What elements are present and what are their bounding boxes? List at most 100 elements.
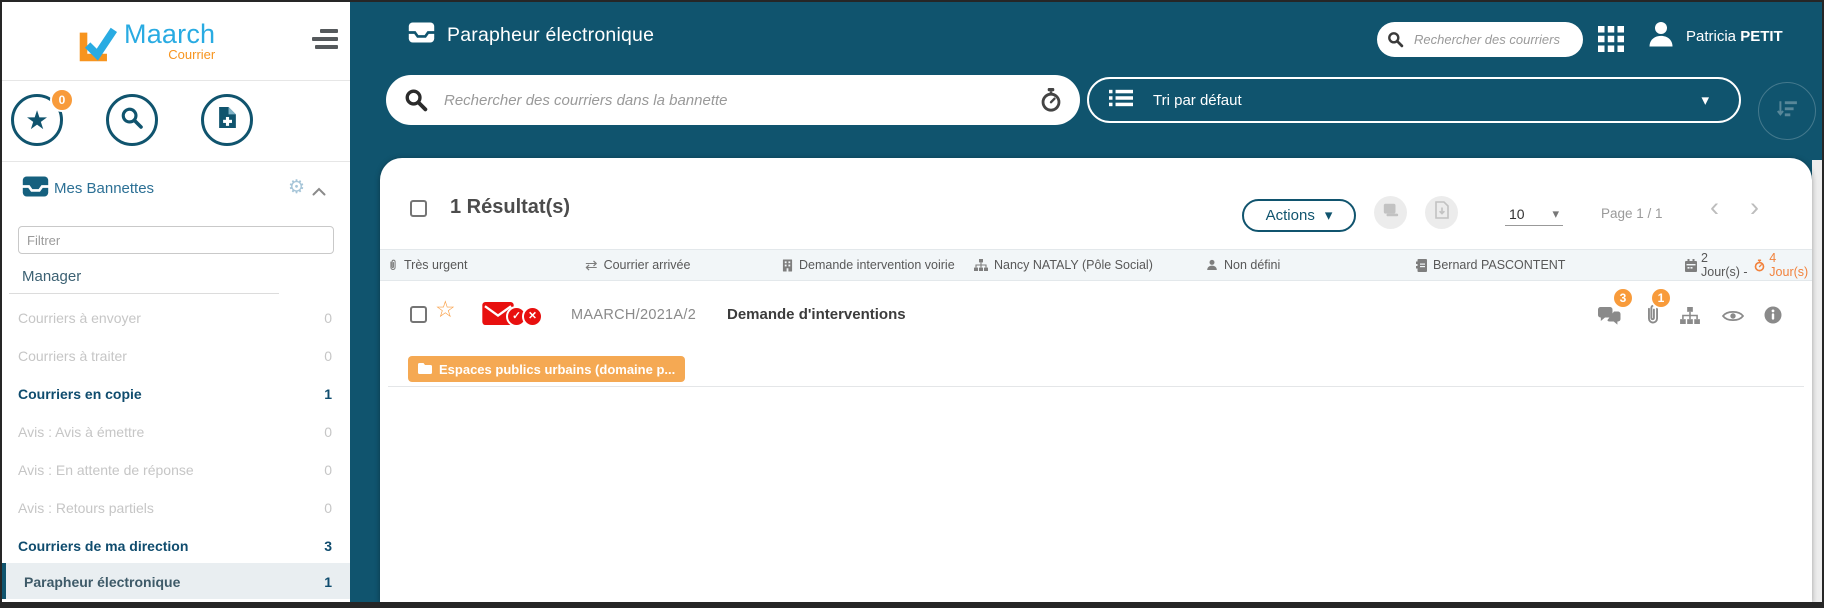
basket-item-label: Courriers de ma direction — [18, 538, 188, 554]
info-icon[interactable] — [1764, 306, 1782, 324]
new-document-button[interactable] — [201, 94, 253, 146]
quick-actions-row: ★ 0 — [2, 81, 350, 162]
search-icon — [120, 106, 144, 135]
basket-group-label: Manager — [22, 268, 81, 285]
paperclip-icon — [388, 258, 398, 272]
page-header: Parapheur électronique — [408, 22, 654, 48]
actions-label: Actions — [1266, 207, 1315, 224]
status-envelope-cluster: ✓ ✕ — [482, 302, 543, 330]
file-plus-icon — [218, 106, 237, 134]
basket-item-label: Avis : Avis à émettre — [18, 424, 144, 440]
group-divider — [9, 293, 279, 294]
result-reference[interactable]: MAARCH/2021A/2 — [571, 307, 696, 323]
remaining-delay: 4 Jour(s) — [1769, 251, 1812, 279]
followed-resources-button[interactable]: ★ 0 — [11, 94, 63, 146]
sort-amount-icon — [1776, 99, 1798, 124]
logo-row: Maarch Courrier — [2, 2, 350, 81]
basket-item-count: 1 — [324, 574, 332, 590]
apps-grid-icon[interactable] — [1598, 26, 1624, 57]
favorite-star-icon[interactable]: ☆ — [435, 298, 456, 321]
basket-item-courriers-en-copie[interactable]: Courriers en copie 1 — [2, 375, 350, 413]
export-button[interactable] — [1425, 196, 1458, 229]
status-cross-badge: ✕ — [522, 306, 543, 327]
address-book-icon — [1416, 259, 1427, 272]
results-card: 1 Résultat(s) Actions ▾ — [380, 158, 1812, 602]
prev-page-button[interactable]: ‹ — [1710, 194, 1719, 221]
results-count: 1 Résultat(s) — [450, 196, 570, 219]
basket-search — [386, 75, 1080, 125]
meta-entity: Nancy NATALY (Pôle Social) — [974, 250, 1153, 280]
basket-item-count: 0 — [324, 500, 332, 516]
processing-delay: 2 Jour(s) - — [1701, 251, 1750, 279]
user-icon — [1206, 259, 1218, 271]
basket-item-label: Courriers en copie — [18, 386, 142, 402]
logo-mark-icon — [78, 20, 118, 67]
basket-item-avis-retours-partiels[interactable]: Avis : Retours partiels 0 — [2, 489, 350, 527]
row-checkbox[interactable] — [410, 306, 427, 323]
main-area: Parapheur électronique — [350, 2, 1822, 602]
basket-item-courriers-a-traiter[interactable]: Courriers à traiter 0 — [2, 337, 350, 375]
caret-down-icon: ▾ — [1552, 207, 1559, 220]
basket-item-count: 0 — [324, 462, 332, 478]
global-search-input[interactable] — [1412, 31, 1573, 48]
basket-item-count: 0 — [324, 348, 332, 364]
basket-item-avis-a-emettre[interactable]: Avis : Avis à émettre 0 — [2, 413, 350, 451]
search-icon — [1387, 31, 1404, 48]
stopwatch-icon[interactable] — [1040, 88, 1062, 112]
sidebar: Maarch Courrier ★ 0 — [2, 2, 350, 602]
page-size-select[interactable]: 10 ▾ — [1505, 202, 1563, 226]
select-all-checkbox[interactable] — [410, 200, 427, 217]
basket-item-label: Parapheur électronique — [24, 574, 180, 590]
star-icon: ★ — [25, 107, 48, 133]
result-subject[interactable]: Demande d'interventions — [727, 306, 906, 323]
basket-item-courriers-a-envoyer[interactable]: Courriers à envoyer 0 — [2, 299, 350, 337]
actions-button[interactable]: Actions ▾ — [1242, 199, 1356, 232]
basket-item-courriers-de-ma-direction[interactable]: Courriers de ma direction 3 — [2, 527, 350, 565]
notes-icon[interactable] — [1598, 307, 1621, 325]
result-meta-bar: Très urgent ⇄ Courrier arrivée — [380, 249, 1812, 281]
preview-eye-icon[interactable] — [1722, 309, 1744, 323]
collapse-chevron-up-icon[interactable] — [312, 183, 326, 201]
user-menu[interactable]: Patricia PETIT — [1646, 19, 1783, 54]
search-button[interactable] — [106, 94, 158, 146]
basket-item-parapheur-electronique[interactable]: Parapheur électronique 1 — [2, 563, 350, 599]
notes-badge: 3 — [1612, 287, 1634, 309]
meta-assignee: Non défini — [1206, 250, 1280, 280]
scroll-icon — [1382, 202, 1400, 223]
file-download-icon — [1435, 201, 1449, 224]
sort-direction-button[interactable] — [1758, 82, 1816, 140]
baskets-panel-header: Mes Bannettes ⚙ — [2, 162, 350, 222]
diffusion-sitemap-icon[interactable] — [1680, 307, 1700, 324]
basket-item-count: 0 — [324, 424, 332, 440]
caret-down-icon: ▾ — [1701, 93, 1709, 108]
page-indicator: Page 1 / 1 — [1601, 206, 1663, 221]
basket-item-label: Courriers à traiter — [18, 348, 127, 364]
page-size-value: 10 — [1509, 206, 1525, 222]
search-icon — [404, 88, 428, 112]
next-page-button[interactable]: › — [1750, 194, 1759, 221]
swap-arrows-icon: ⇄ — [585, 258, 598, 273]
basket-filter-input[interactable] — [18, 226, 334, 254]
brand-name: Maarch — [124, 20, 215, 48]
meta-delays: 2 Jour(s) - 4 Jour(s) — [1685, 250, 1812, 280]
basket-search-input[interactable] — [442, 91, 1026, 110]
basket-item-count: 3 — [324, 538, 332, 554]
building-icon — [782, 259, 793, 272]
followed-badge: 0 — [50, 88, 74, 112]
product-name: Courrier — [124, 48, 215, 62]
maarch-courrier-app: Maarch Courrier ★ 0 — [0, 0, 1824, 608]
inbox-icon — [22, 176, 49, 202]
sort-select[interactable]: Tri par défaut ▾ — [1087, 77, 1741, 123]
global-search — [1377, 22, 1583, 57]
settings-gear-icon[interactable]: ⚙ — [288, 176, 305, 199]
basket-item-avis-en-attente[interactable]: Avis : En attente de réponse 0 — [2, 451, 350, 489]
summary-sheets-button[interactable] — [1374, 196, 1407, 229]
menu-toggle-button[interactable] — [312, 29, 338, 49]
vertical-scrollbar[interactable] — [1812, 160, 1822, 602]
folder-tag[interactable]: Espaces publics urbains (domaine p... — [408, 356, 685, 382]
row-divider — [388, 386, 1804, 387]
meta-priority: Très urgent — [388, 250, 467, 280]
page-title-inbox-icon — [408, 22, 435, 48]
attachments-badge: 1 — [1650, 287, 1672, 309]
sort-selected-value: Tri par défaut — [1153, 92, 1681, 109]
